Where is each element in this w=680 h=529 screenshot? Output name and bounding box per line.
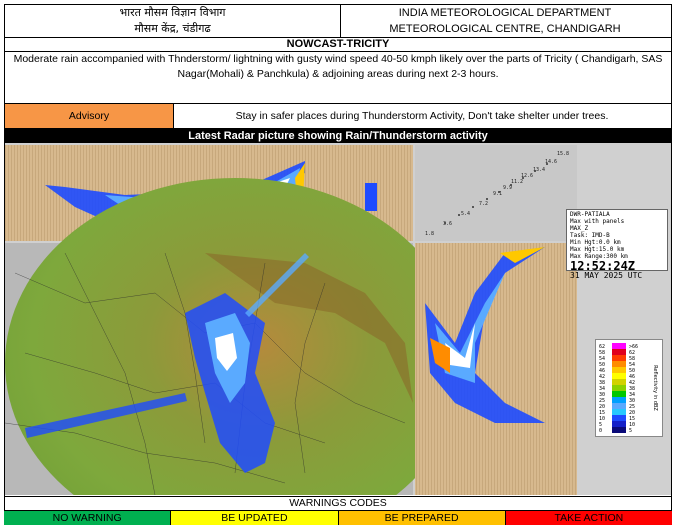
org-name-hindi: भारत मौसम विज्ञान विभाग xyxy=(119,6,226,19)
scale-color-swatch xyxy=(612,379,626,385)
org-name: INDIA METEOROLOGICAL DEPARTMENT xyxy=(398,7,612,19)
scale-color-swatch xyxy=(612,385,626,391)
warning-code-be-updated: BE UPDATED xyxy=(171,511,339,525)
advisory-label: Advisory xyxy=(5,104,174,128)
product-code: MAX_Z xyxy=(570,225,589,232)
scale-value: 5 xyxy=(629,428,632,434)
product-name: Max with panels xyxy=(570,218,625,225)
warning-code-no-warning: NO WARNING xyxy=(4,511,172,525)
scale-color-swatch xyxy=(612,421,626,427)
scale-value: 0 xyxy=(599,428,602,434)
height-label: 1.8 xyxy=(425,231,434,237)
scale-color-swatch xyxy=(612,355,626,361)
page-title: NOWCAST-TRICITY xyxy=(286,38,390,50)
height-label: 5.4 xyxy=(461,211,470,217)
height-label: 11.2 xyxy=(511,179,523,185)
height-label: 15.8 xyxy=(557,151,569,157)
scale-color-swatch xyxy=(612,349,626,355)
warning-code-take-action: TAKE ACTION xyxy=(505,511,672,525)
header-left: भारत मौसम विज्ञान विभाग मौसम केंद्र, चंड… xyxy=(5,5,340,38)
radar-date: 31 MAY 2025 UTC xyxy=(570,271,643,280)
scale-color-swatch xyxy=(612,397,626,403)
warning-codes: NO WARNING BE UPDATED BE PREPARED TAKE A… xyxy=(4,511,672,525)
min-height: Min Hgt:0.0 km xyxy=(570,239,621,246)
height-label: 3.6 xyxy=(443,221,452,227)
reflectivity-scale: 62 >66 58 62 54 58 50 54 46 50 42 46 38 42 34 38 30 34 25 3… xyxy=(595,339,663,437)
height-label: 13.4 xyxy=(533,167,545,173)
height-label: 9.1 xyxy=(493,191,502,197)
radar-title: Latest Radar picture showing Rain/Thunde… xyxy=(4,129,672,143)
header-right: INDIA METEOROLOGICAL DEPARTMENT METEOROL… xyxy=(340,5,670,38)
scale-color-swatch xyxy=(612,361,626,367)
nowcast-description: Moderate rain accompanied with Thndersto… xyxy=(13,53,663,80)
centre-name-hindi: मौसम केंद्र, चंडीगढ xyxy=(134,22,211,35)
station-name: DWR-PATIALA xyxy=(570,211,610,218)
task-name: Task: IMD-B xyxy=(570,232,610,239)
radar-graphic: 1.8 3.6 5.4 7.2 9.1 9.9 11.2 12.6 13.4 1… xyxy=(4,143,671,529)
advisory-text: Stay in safer places during Thunderstorm… xyxy=(235,110,609,122)
scale-color-swatch xyxy=(612,415,626,421)
scale-color-swatch xyxy=(612,373,626,379)
scale-color-swatch xyxy=(612,367,626,373)
scale-title: Reflectivity in dBZ xyxy=(652,365,658,411)
warnings-title: WARNINGS CODES xyxy=(289,497,387,509)
centre-name: METEOROLOGICAL CENTRE, CHANDIGARH xyxy=(389,23,621,35)
scale-color-swatch xyxy=(612,427,626,433)
height-label: 7.2 xyxy=(479,201,488,207)
scale-color-swatch xyxy=(612,403,626,409)
scale-color-swatch xyxy=(612,391,626,397)
max-height: Max Hgt:15.0 km xyxy=(570,246,625,253)
warning-code-be-prepared: BE PREPARED xyxy=(338,511,506,525)
reflectivity-scale-graphic: 62 >6658 6254 5850 5446 5042 4638 4234 3830 3425 3… xyxy=(599,343,658,434)
radar-info-box: DWR-PATIALA Max with panels MAX_Z Task: … xyxy=(566,209,668,280)
radar-image: 1.8 3.6 5.4 7.2 9.1 9.9 11.2 12.6 13.4 1… xyxy=(4,143,671,529)
scale-color-swatch xyxy=(612,409,626,415)
scale-color-swatch xyxy=(612,343,626,349)
